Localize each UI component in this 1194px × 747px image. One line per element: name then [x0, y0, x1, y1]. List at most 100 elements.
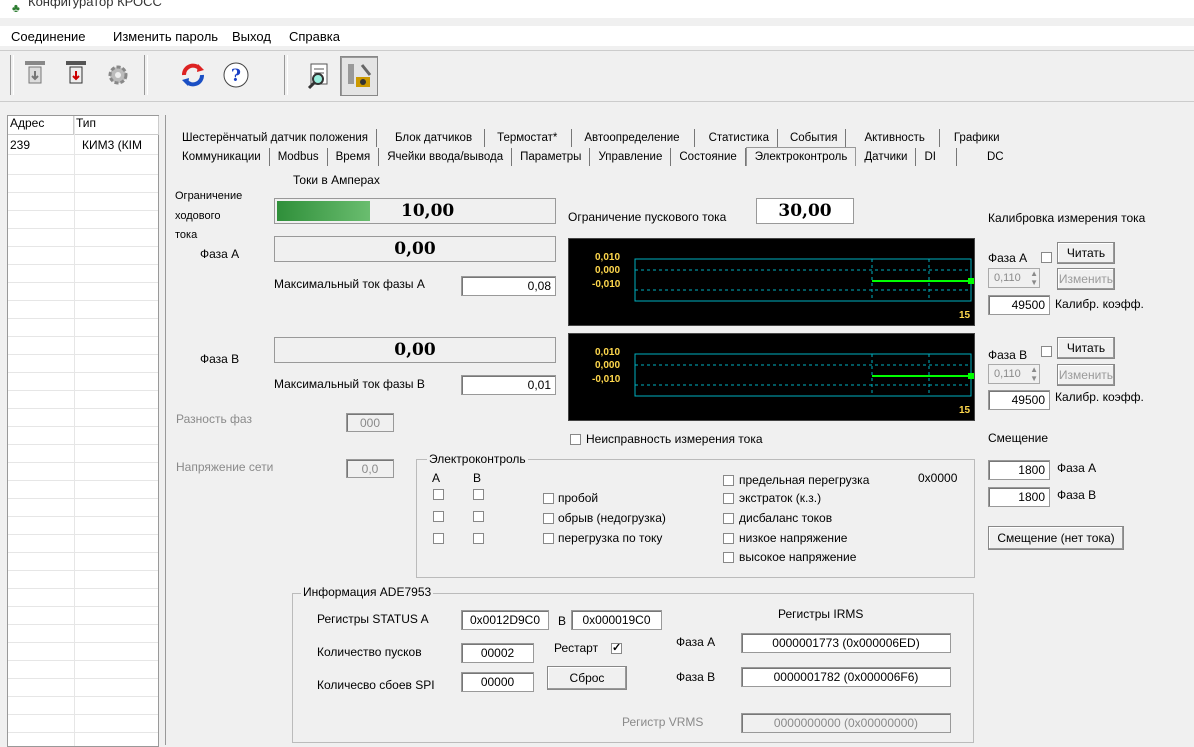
start-count-field: 00002 [461, 643, 534, 663]
device-type: КИМ3 (КІМ [82, 138, 142, 152]
table-row [8, 606, 158, 625]
table-row [8, 390, 158, 409]
tab-statistics[interactable]: Статистика [695, 129, 778, 147]
phase-a-current-graph: 0,010 0,000 -0,010 15 [568, 238, 975, 326]
calibration-title: Калибровка измерения тока [988, 211, 1146, 225]
spinner-arrows-icon: ▲ ▼ [1030, 269, 1038, 287]
spi-errors-field: 00000 [461, 672, 534, 692]
phase-b-current-value: 0,00 [394, 340, 436, 360]
table-row[interactable]: 239 КИМ3 (КІМ [8, 136, 158, 155]
menu-help[interactable]: Справка [289, 29, 340, 44]
change-a-button[interactable]: Изменить [1057, 268, 1115, 290]
tab-io-cells[interactable]: Ячейки ввода/вывода [379, 148, 513, 166]
column-header-type[interactable]: Тип [74, 116, 159, 135]
tab-communications[interactable]: Коммуникации [174, 148, 270, 166]
tab-events[interactable]: События [778, 129, 847, 147]
tab-control[interactable]: Управление [590, 148, 672, 166]
help-icon[interactable]: ? [218, 56, 254, 94]
menu-bar: Соединение Изменить пароль Выход Справка [0, 26, 1194, 46]
tools-settings-icon[interactable] [340, 56, 378, 96]
high-voltage-checkbox[interactable] [723, 552, 734, 563]
column-header-address[interactable]: Адрес [8, 116, 74, 135]
tab-di[interactable]: DI [916, 148, 957, 166]
change-b-button[interactable]: Изменить [1057, 364, 1115, 386]
tab-time[interactable]: Время [328, 148, 380, 166]
tab-state[interactable]: Состояние [671, 148, 746, 166]
start-current-limit-label: Ограничение пускового тока [568, 210, 727, 224]
menu-change-password[interactable]: Изменить пароль [113, 29, 218, 44]
running-current-limit-label-2: ходового [175, 210, 221, 222]
calibration-a-checkbox[interactable] [1041, 252, 1052, 263]
irms-b-value: 0000001782 (0x000006F6) [773, 670, 919, 684]
search-document-icon[interactable] [302, 56, 338, 94]
menu-connection[interactable]: Соединение [11, 29, 86, 44]
status-b-value: 0x000019C0 [582, 613, 651, 627]
tab-electrocontrol[interactable]: Электроконтроль [745, 147, 857, 166]
calibration-b-checkbox[interactable] [1041, 346, 1052, 357]
refresh-icon[interactable] [175, 56, 211, 94]
short-circuit-checkbox[interactable] [723, 493, 734, 504]
start-current-limit-field[interactable]: 30,00 [756, 198, 854, 224]
table-row [8, 714, 158, 733]
irms-phase-a-label: Фаза А [676, 635, 716, 649]
table-row [8, 516, 158, 535]
max-current-b-label: Максимальный ток фазы В [274, 377, 425, 391]
tab-activity[interactable]: Активность [846, 129, 940, 147]
running-current-limit-value: 10,00 [401, 201, 455, 221]
tab-parameters[interactable]: Параметры [512, 148, 591, 166]
low-voltage-checkbox[interactable] [723, 533, 734, 544]
electrocontrol-code: 0x0000 [918, 471, 958, 485]
read-a-button[interactable]: Читать [1057, 242, 1115, 264]
low-voltage-label: низкое напряжение [739, 531, 848, 545]
limit-overload-checkbox[interactable] [723, 475, 734, 486]
calibration-b-spinner[interactable]: 0,110 ▲ ▼ [988, 364, 1040, 384]
checkbox-b-1[interactable] [473, 489, 484, 500]
overcurrent-checkbox[interactable] [543, 533, 554, 544]
offset-b-label: Фаза В [1057, 488, 1097, 502]
table-row [8, 192, 158, 211]
restart-checkbox[interactable]: ✓ [611, 643, 622, 654]
tab-modbus[interactable]: Modbus [270, 148, 328, 166]
tab-dc[interactable]: DC [957, 148, 1012, 166]
tab-graphs[interactable]: Графики [940, 129, 1008, 147]
graph-b-tick-mid: 0,000 [595, 360, 621, 371]
open-circuit-checkbox[interactable] [543, 513, 554, 524]
spinner-arrows-icon: ▲ ▼ [1030, 365, 1038, 383]
table-row [8, 174, 158, 193]
breakdown-label: пробой [558, 491, 599, 505]
menu-exit[interactable]: Выход [232, 29, 271, 44]
read-b-button[interactable]: Читать [1057, 337, 1115, 359]
col-a-label: А [432, 471, 441, 485]
tab-gear-sensor[interactable]: Шестерёнчатый датчик положения [174, 129, 377, 147]
toolbar-separator [144, 55, 148, 95]
fault-measure-checkbox[interactable] [570, 434, 581, 445]
tab-sensor-block[interactable]: Блок датчиков [377, 129, 486, 147]
tab-row-2: Коммуникации Modbus Время Ячейки ввода/выво… [174, 147, 1012, 167]
offset-no-current-button[interactable]: Смещение (нет тока) [988, 526, 1124, 550]
table-row [8, 408, 158, 427]
vrms-field: 0000000000 (0x00000000) [741, 713, 951, 733]
irms-phase-b-label: Фаза В [676, 670, 716, 684]
checkbox-a-3[interactable] [433, 533, 444, 544]
table-row [8, 300, 158, 319]
breakdown-checkbox[interactable] [543, 493, 554, 504]
checkbox-a-1[interactable] [433, 489, 444, 500]
gear-icon[interactable] [100, 56, 136, 94]
status-a-value: 0x0012D9C0 [469, 613, 541, 627]
disconnect-device-icon[interactable] [58, 56, 94, 94]
checkbox-a-2[interactable] [433, 511, 444, 522]
connect-device-icon[interactable] [17, 56, 53, 94]
device-list: Адрес Тип 239 КИМ3 (КІМ [7, 115, 159, 747]
title-bar: ♣ Конфигуратор КРОСС [0, 0, 1194, 18]
calibration-a-spinner[interactable]: 0,110 ▲ ▼ [988, 268, 1040, 288]
checkbox-b-2[interactable] [473, 511, 484, 522]
checkbox-b-3[interactable] [473, 533, 484, 544]
tab-thermostat[interactable]: Термостат* [485, 129, 573, 147]
tab-autodetect[interactable]: Автоопределение [572, 129, 695, 147]
tab-sensors[interactable]: Датчики [856, 148, 917, 166]
reset-button[interactable]: Сброс [547, 666, 627, 690]
table-row [8, 318, 158, 337]
max-current-a-field: 0,08 [461, 276, 556, 296]
calibration-coef-b-value: 49500 [1011, 393, 1045, 407]
imbalance-checkbox[interactable] [723, 513, 734, 524]
